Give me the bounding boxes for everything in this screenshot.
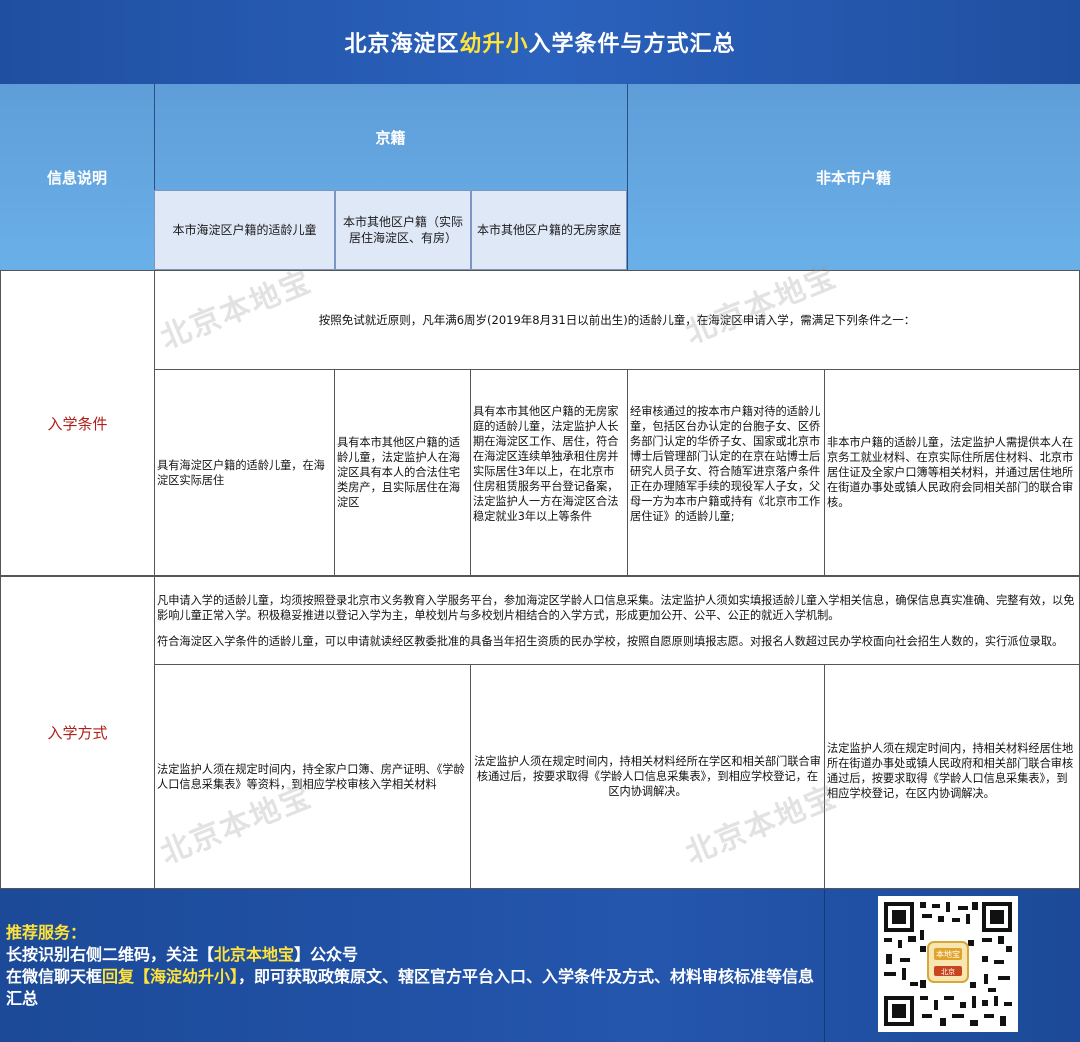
footer-text: 推荐服务： 长按识别右侧二维码，关注【北京本地宝】公众号 在微信聊天框回复【海淀… <box>6 922 816 1010</box>
methods-intro-paragraph: 符合海淀区入学条件的适龄儿童，可以申请就读经区教委批准的具备当年招生资质的民办学… <box>157 634 1064 648</box>
footer-line-reply: 在微信聊天框回复【海淀幼升小】，即可获取政策原文、辖区官方平台入口、入学条件及方… <box>6 967 815 1008</box>
condition-other-district-house: 具有本市其他区户籍的适龄儿童，法定监护人在海淀区具有本人的合法住宅类房产，且实际… <box>337 436 461 509</box>
subheader-other-district-no-house: 本市其他区户籍的无房家庭 <box>471 190 627 270</box>
subheader-haidian-hukou: 本市海淀区户籍的适龄儿童 <box>154 190 335 270</box>
methods-intro-paragraph: 凡申请入学的适龄儿童，均须按照登录北京市义务教育入学服务平台，参加海淀区学龄人口… <box>157 593 1075 622</box>
title-highlight: 幼升小 <box>459 32 529 57</box>
condition-treated-as-local: 经审核通过的按本市户籍对待的适龄儿童，包括区台办认定的台胞子女、区侨务部门认定的… <box>630 405 821 523</box>
footer-heading: 推荐服务： <box>6 923 87 942</box>
non-local-header: 非本市户籍 <box>815 168 891 187</box>
footer-divider <box>824 889 825 1042</box>
info-header: 信息说明 <box>46 168 107 187</box>
footer-line-follow: 长按识别右侧二维码，关注【北京本地宝】公众号 <box>6 945 359 964</box>
condition-non-local: 非本市户籍的适龄儿童，法定监护人需提供本人在京务工就业材料、在京实际住所居住材料… <box>827 436 1074 509</box>
method-other-district: 法定监护人须在规定时间内，持相关材料经所在学区和相关部门联合审核通过后，按要求取… <box>474 755 821 798</box>
qr-code-icon: 本地宝 北京 <box>878 896 1018 1032</box>
conditions-label: 入学条件 <box>47 414 108 433</box>
qr-code[interactable]: 本地宝 北京 <box>878 896 1018 1032</box>
methods-intro: 凡申请入学的适龄儿童，均须按照登录北京市义务教育入学服务平台，参加海淀区学龄人口… <box>155 577 1079 664</box>
qr-badge-top: 本地宝 <box>936 949 960 959</box>
title-prefix: 北京海淀区 <box>344 32 460 57</box>
condition-no-house: 具有本市其他区户籍的无房家庭的适龄儿童，法定监护人长期在海淀区工作、居住，符合在… <box>473 405 619 523</box>
reply-keyword: 回复【海淀幼升小】 <box>102 967 239 986</box>
account-name: 北京本地宝 <box>214 945 295 964</box>
method-non-local: 法定监护人须在规定时间内，持相关材料经居住地所在街道办事处或镇人民政府和相关部门… <box>827 742 1074 800</box>
header-divider <box>627 84 628 270</box>
beijing-header: 京籍 <box>375 128 406 147</box>
page-title: 北京海淀区 幼升小 入学条件与方式汇总 <box>0 0 1080 84</box>
method-haidian: 法定监护人须在规定时间内，持全家户口簿、房产证明、《学龄人口信息采集表》等资料，… <box>157 762 465 791</box>
qr-badge-bottom: 北京 <box>941 967 955 976</box>
subheader-other-district-with-house: 本市其他区户籍（实际居住海淀区、有房） <box>335 190 471 270</box>
conditions-intro: 按照免试就近原则，凡年满6周岁(2019年8月31日以前出生)的适龄儿童，在海淀… <box>318 312 916 327</box>
methods-label: 入学方式 <box>47 724 108 742</box>
title-suffix: 入学条件与方式汇总 <box>528 32 736 57</box>
condition-haidian: 具有海淀区户籍的适龄儿童，在海淀区实际居住 <box>157 458 325 487</box>
